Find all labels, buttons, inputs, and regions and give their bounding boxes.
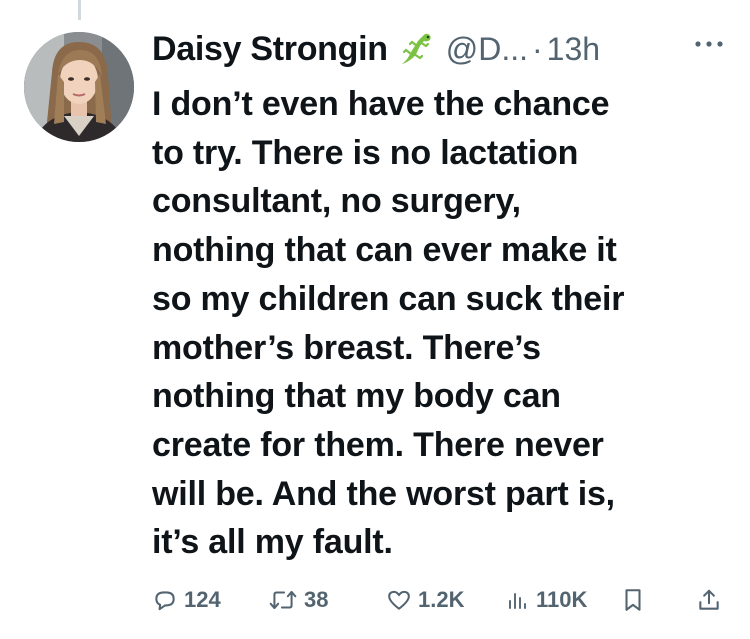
repost-count: 38: [304, 587, 329, 612]
more-icon[interactable]: [694, 36, 724, 47]
views-count: 110K: [536, 587, 588, 612]
like-button[interactable]: 1.2K: [386, 580, 464, 620]
tweet-text: I don’t even have the chance to try. The…: [152, 85, 625, 562]
share-button[interactable]: [696, 580, 722, 620]
share-icon: [696, 587, 722, 613]
tweet-header: Daisy Strongin @D... · 13h: [152, 26, 732, 72]
tweet-actions-bar: 124 38 1.2K 110K: [152, 580, 732, 620]
avatar-image: [24, 32, 134, 142]
views-button[interactable]: 110K: [506, 580, 587, 620]
heart-icon: [386, 587, 412, 613]
views-icon: [506, 587, 530, 613]
user-handle[interactable]: @D...: [446, 31, 528, 68]
separator-dot: ·: [532, 30, 543, 67]
timestamp[interactable]: 13h: [547, 31, 600, 68]
display-name[interactable]: Daisy Strongin: [152, 30, 388, 69]
repost-button[interactable]: 38: [268, 580, 328, 620]
repost-icon: [268, 587, 298, 613]
avatar[interactable]: [24, 32, 134, 142]
bookmark-icon: [622, 587, 644, 613]
reply-button[interactable]: 124: [152, 580, 221, 620]
thread-connector-line: [78, 0, 81, 20]
bookmark-button[interactable]: [622, 580, 644, 620]
reply-icon: [152, 587, 178, 613]
lizard-emoji-icon: [398, 30, 436, 68]
like-count: 1.2K: [418, 587, 465, 612]
reply-count: 124: [184, 587, 221, 612]
